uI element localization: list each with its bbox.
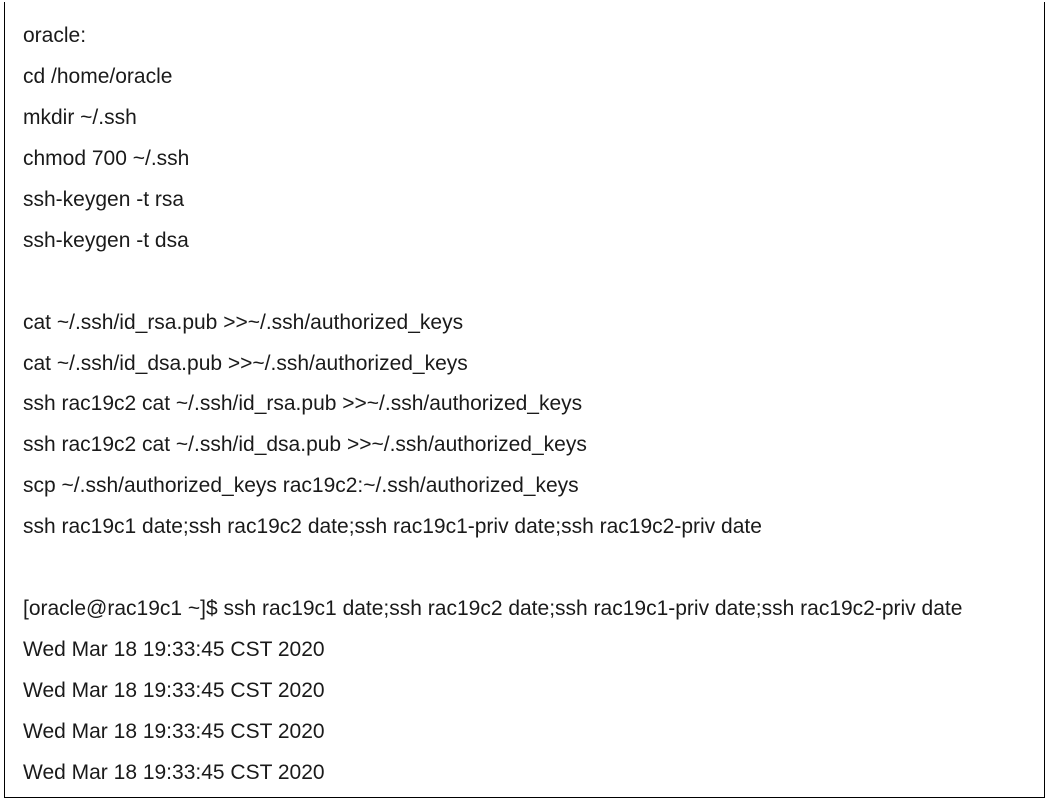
code-line: [oracle@rac19c1 ~]$ ssh rac19c1 date;ssh…	[23, 589, 1026, 630]
blank-line	[23, 548, 1026, 589]
code-line: ssh rac19c2 cat ~/.ssh/id_rsa.pub >>~/.s…	[23, 384, 1026, 425]
code-line: ssh rac19c1 date;ssh rac19c2 date;ssh ra…	[23, 507, 1026, 548]
code-line: Wed Mar 18 19:33:45 CST 2020	[23, 712, 1026, 753]
code-line: Wed Mar 18 19:33:45 CST 2020	[23, 671, 1026, 712]
code-line: chmod 700 ~/.ssh	[23, 139, 1026, 180]
code-line: ssh-keygen -t rsa	[23, 180, 1026, 221]
code-line: ssh rac19c2 cat ~/.ssh/id_dsa.pub >>~/.s…	[23, 425, 1026, 466]
code-line: ssh-keygen -t dsa	[23, 221, 1026, 262]
code-line: Wed Mar 18 19:33:45 CST 2020	[23, 753, 1026, 794]
code-line: cat ~/.ssh/id_dsa.pub >>~/.ssh/authorize…	[23, 344, 1026, 385]
code-line: Wed Mar 18 19:33:45 CST 2020	[23, 630, 1026, 671]
blank-line	[23, 262, 1026, 303]
code-box: oracle: cd /home/oracle mkdir ~/.ssh chm…	[4, 2, 1045, 798]
code-line: mkdir ~/.ssh	[23, 98, 1026, 139]
code-line: scp ~/.ssh/authorized_keys rac19c2:~/.ss…	[23, 466, 1026, 507]
code-line: cd /home/oracle	[23, 57, 1026, 98]
code-line: cat ~/.ssh/id_rsa.pub >>~/.ssh/authorize…	[23, 303, 1026, 344]
code-line: oracle:	[23, 16, 1026, 57]
